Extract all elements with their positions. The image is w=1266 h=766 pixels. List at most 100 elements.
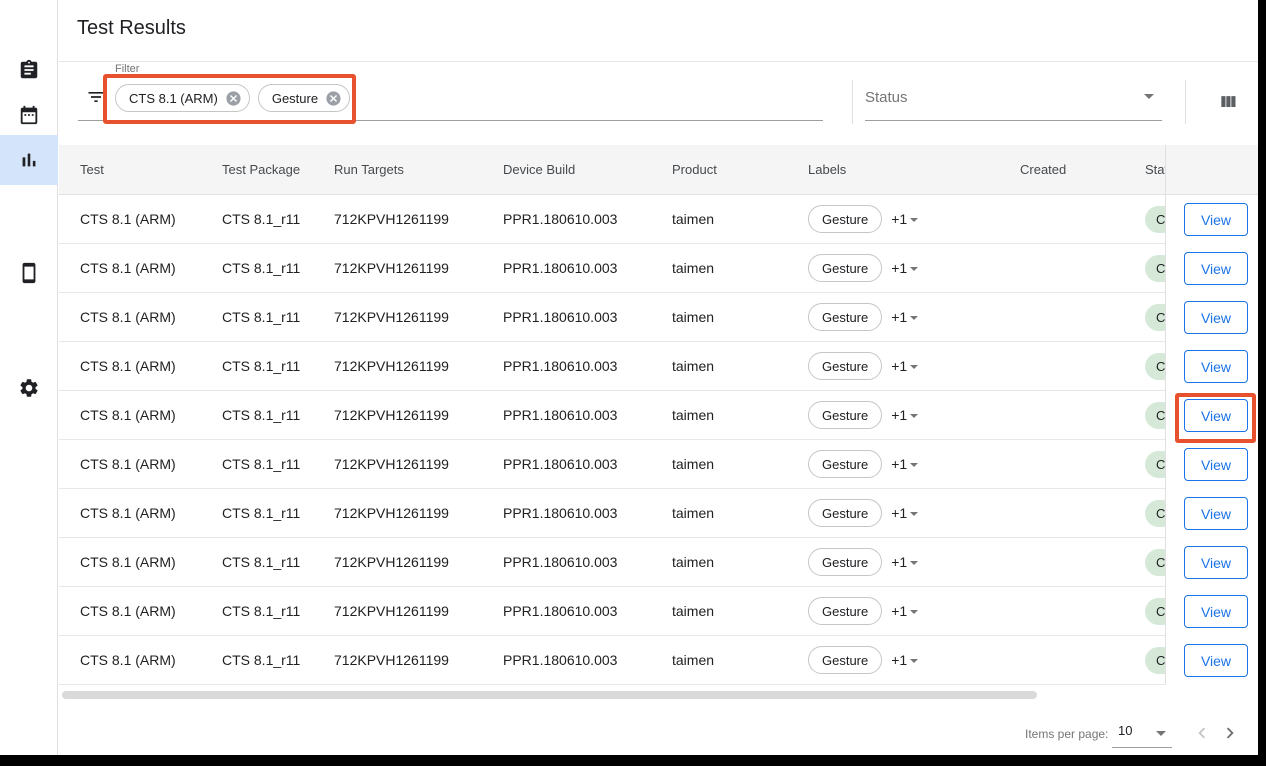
status-filter-select[interactable]: Status — [865, 83, 1162, 121]
results-table-scroll-area: TestTest PackageRun TargetsDevice BuildP… — [59, 145, 1165, 685]
column-header-device-build: Device Build — [503, 162, 672, 177]
cell-labels: Gesture+1 — [808, 450, 1000, 478]
cell-test-package: CTS 8.1_r11 — [222, 505, 334, 521]
cell-labels: Gesture+1 — [808, 646, 1000, 674]
filter-chip-label: CTS 8.1 (ARM) — [129, 91, 218, 106]
cell-labels: Gesture+1 — [808, 548, 1000, 576]
chevron-down-icon — [910, 561, 918, 565]
more-labels-count: +1 — [891, 652, 907, 668]
sidebar-item-devices[interactable] — [0, 248, 58, 298]
gear-icon — [18, 377, 40, 399]
cell-test-package: CTS 8.1_r11 — [222, 456, 334, 472]
table-row: CTS 8.1 (ARM)CTS 8.1_r11712KPVH1261199PP… — [59, 587, 1165, 636]
cell-test: CTS 8.1 (ARM) — [80, 554, 222, 570]
chevron-down-icon — [1156, 731, 1166, 736]
cell-test: CTS 8.1 (ARM) — [80, 603, 222, 619]
view-button[interactable]: View — [1184, 448, 1248, 481]
more-labels-dropdown[interactable]: +1 — [891, 211, 918, 227]
cell-test: CTS 8.1 (ARM) — [80, 211, 222, 227]
previous-page-button[interactable] — [1188, 720, 1216, 748]
next-page-button[interactable] — [1216, 720, 1244, 748]
cell-test-package: CTS 8.1_r11 — [222, 603, 334, 619]
more-labels-dropdown[interactable]: +1 — [891, 309, 918, 325]
view-button[interactable]: View — [1184, 203, 1248, 236]
sidebar-item-settings[interactable] — [0, 363, 58, 413]
cell-status: C — [1141, 353, 1165, 380]
more-labels-dropdown[interactable]: +1 — [891, 407, 918, 423]
more-labels-dropdown[interactable]: +1 — [891, 358, 918, 374]
table-row: CTS 8.1 (ARM)CTS 8.1_r11712KPVH1261199PP… — [59, 244, 1165, 293]
filter-chip[interactable]: CTS 8.1 (ARM) — [115, 84, 250, 112]
cell-device-build: PPR1.180610.003 — [503, 358, 672, 374]
more-labels-dropdown[interactable]: +1 — [891, 456, 918, 472]
cell-run-targets: 712KPVH1261199 — [334, 554, 503, 570]
cell-status: C — [1141, 451, 1165, 478]
cell-run-targets: 712KPVH1261199 — [334, 309, 503, 325]
smartphone-icon — [18, 262, 40, 284]
page-title: Test Results — [77, 17, 186, 40]
items-per-page-select[interactable]: 10 — [1112, 720, 1172, 748]
table-row: CTS 8.1 (ARM)CTS 8.1_r11712KPVH1261199PP… — [59, 440, 1165, 489]
view-button[interactable]: View — [1184, 399, 1248, 432]
cell-product: taimen — [672, 505, 808, 521]
cell-test-package: CTS 8.1_r11 — [222, 309, 334, 325]
cell-device-build: PPR1.180610.003 — [503, 211, 672, 227]
cell-run-targets: 712KPVH1261199 — [334, 603, 503, 619]
more-labels-dropdown[interactable]: +1 — [891, 652, 918, 668]
more-labels-count: +1 — [891, 309, 907, 325]
cell-product: taimen — [672, 652, 808, 668]
view-columns-icon[interactable] — [1211, 85, 1245, 119]
cell-run-targets: 712KPVH1261199 — [334, 652, 503, 668]
cell-status: C — [1141, 598, 1165, 625]
cell-run-targets: 712KPVH1261199 — [334, 358, 503, 374]
more-labels-dropdown[interactable]: +1 — [891, 505, 918, 521]
more-labels-dropdown[interactable]: +1 — [891, 554, 918, 570]
close-circle-icon — [225, 90, 242, 107]
cell-device-build: PPR1.180610.003 — [503, 603, 672, 619]
items-per-page-label: Items per page: — [1025, 727, 1108, 741]
clipboard-icon — [18, 59, 40, 81]
sidebar-item-tests[interactable] — [0, 45, 58, 95]
view-button[interactable]: View — [1184, 301, 1248, 334]
cell-product: taimen — [672, 456, 808, 472]
cell-labels: Gesture+1 — [808, 254, 1000, 282]
sidebar — [0, 0, 58, 755]
chip-remove-button[interactable] — [225, 90, 242, 107]
chevron-left-icon — [1191, 722, 1213, 744]
horizontal-scrollbar[interactable] — [62, 691, 1037, 699]
filter-chips-input[interactable]: CTS 8.1 (ARM) Gesture — [115, 84, 350, 112]
cell-product: taimen — [672, 554, 808, 570]
chevron-down-icon — [910, 316, 918, 320]
app-window: Test Results Filter CTS 8.1 (ARM)Gesture… — [0, 0, 1258, 755]
view-button[interactable]: View — [1184, 497, 1248, 530]
status-chip: C — [1145, 402, 1165, 429]
chevron-down-icon — [910, 463, 918, 467]
filter-toolbar: Filter CTS 8.1 (ARM)Gesture Status — [59, 63, 1258, 145]
label-chip: Gesture — [808, 205, 882, 233]
view-button[interactable]: View — [1184, 350, 1248, 383]
status-chip: C — [1145, 206, 1165, 233]
cell-device-build: PPR1.180610.003 — [503, 505, 672, 521]
actions-column-header — [1166, 145, 1258, 195]
items-per-page-value: 10 — [1118, 723, 1132, 738]
filter-list-icon[interactable] — [83, 85, 109, 111]
cell-status: C — [1141, 402, 1165, 429]
filter-chip[interactable]: Gesture — [258, 84, 350, 112]
sidebar-item-test-results[interactable] — [0, 135, 58, 185]
cell-status: C — [1141, 549, 1165, 576]
cell-test: CTS 8.1 (ARM) — [80, 309, 222, 325]
table-row: CTS 8.1 (ARM)CTS 8.1_r11712KPVH1261199PP… — [59, 342, 1165, 391]
view-button[interactable]: View — [1184, 644, 1248, 677]
sidebar-item-plans[interactable] — [0, 90, 58, 140]
view-button[interactable]: View — [1184, 252, 1248, 285]
items-per-page-underline — [1112, 747, 1172, 748]
more-labels-dropdown[interactable]: +1 — [891, 260, 918, 276]
chip-remove-button[interactable] — [325, 90, 342, 107]
calendar-icon — [18, 104, 40, 126]
view-button[interactable]: View — [1184, 595, 1248, 628]
actions-column: View View View View View View View View View View — [1165, 145, 1258, 685]
more-labels-dropdown[interactable]: +1 — [891, 603, 918, 619]
view-button[interactable]: View — [1184, 546, 1248, 579]
cell-device-build: PPR1.180610.003 — [503, 309, 672, 325]
cell-labels: Gesture+1 — [808, 597, 1000, 625]
